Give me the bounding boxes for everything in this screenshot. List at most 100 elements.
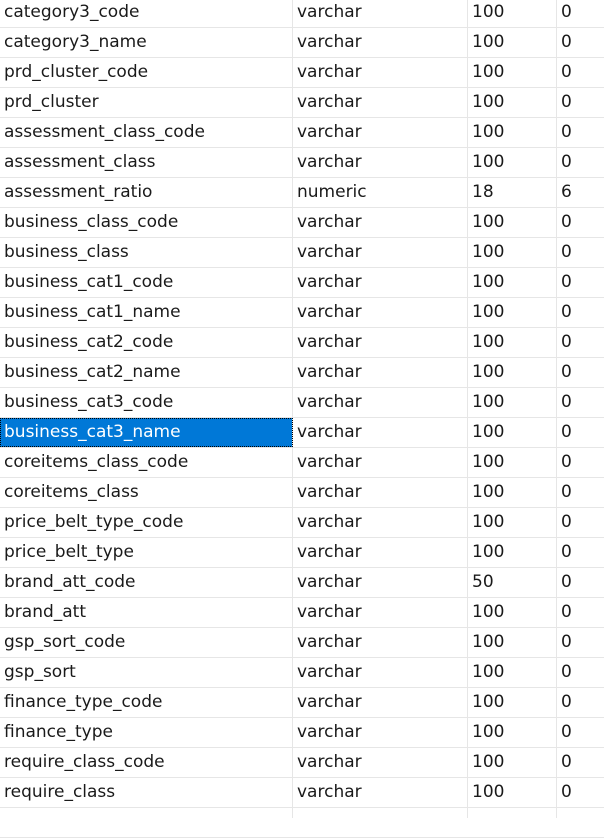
- field-decimals-cell[interactable]: 6: [557, 178, 604, 207]
- field-type-cell[interactable]: varchar: [293, 688, 468, 717]
- field-type-cell[interactable]: varchar: [293, 268, 468, 297]
- field-type-cell[interactable]: varchar: [293, 58, 468, 87]
- field-length-cell[interactable]: 100: [468, 448, 557, 477]
- field-name-cell[interactable]: prd_cluster: [0, 88, 293, 117]
- field-decimals-cell[interactable]: 0: [557, 328, 604, 357]
- field-decimals-cell[interactable]: 0: [557, 568, 604, 597]
- field-name-cell[interactable]: business_cat2_name: [0, 358, 293, 387]
- field-name-cell[interactable]: business_cat3_code: [0, 388, 293, 417]
- field-length-cell[interactable]: 100: [468, 688, 557, 717]
- field-type-cell[interactable]: varchar: [293, 538, 468, 567]
- field-length-cell[interactable]: 50: [468, 568, 557, 597]
- field-length-cell[interactable]: 100: [468, 598, 557, 627]
- field-decimals-cell[interactable]: 0: [557, 28, 604, 57]
- field-type-cell[interactable]: varchar: [293, 28, 468, 57]
- table-row[interactable]: assessment_class varchar 100 0: [0, 148, 604, 178]
- table-row[interactable]: require_class varchar 100 0: [0, 778, 604, 808]
- field-length-cell[interactable]: 100: [468, 658, 557, 687]
- field-length-cell[interactable]: 100: [468, 118, 557, 147]
- field-decimals-cell[interactable]: 0: [557, 538, 604, 567]
- table-row[interactable]: prd_cluster varchar 100 0: [0, 88, 604, 118]
- table-row[interactable]: gsp_sort_code varchar 100 0: [0, 628, 604, 658]
- field-decimals-cell[interactable]: 0: [557, 598, 604, 627]
- table-row[interactable]: coreitems_class_code varchar 100 0: [0, 448, 604, 478]
- field-type-cell[interactable]: varchar: [293, 88, 468, 117]
- field-name-cell[interactable]: prd_cluster_code: [0, 58, 293, 87]
- table-row[interactable]: assessment_class_code varchar 100 0: [0, 118, 604, 148]
- table-row[interactable]: coreitems_class varchar 100 0: [0, 478, 604, 508]
- field-type-cell[interactable]: varchar: [293, 238, 468, 267]
- field-name-cell[interactable]: finance_type_code: [0, 688, 293, 717]
- field-name-cell[interactable]: category3_code: [0, 0, 293, 27]
- field-type-cell[interactable]: varchar: [293, 718, 468, 747]
- field-decimals-cell[interactable]: 0: [557, 148, 604, 177]
- field-type-cell[interactable]: varchar: [293, 778, 468, 807]
- field-name-cell[interactable]: business_class: [0, 238, 293, 267]
- field-type-cell[interactable]: varchar: [293, 118, 468, 147]
- field-type-cell[interactable]: varchar: [293, 628, 468, 657]
- table-row[interactable]: brand_att varchar 100 0: [0, 598, 604, 628]
- field-length-cell[interactable]: 100: [468, 28, 557, 57]
- table-row[interactable]: business_cat3_name varchar 100 0: [0, 418, 604, 448]
- table-row[interactable]: business_class_code varchar 100 0: [0, 208, 604, 238]
- field-length-cell[interactable]: 100: [468, 388, 557, 417]
- field-length-cell[interactable]: 100: [468, 418, 557, 447]
- field-type-cell[interactable]: varchar: [293, 748, 468, 777]
- field-decimals-cell[interactable]: 0: [557, 508, 604, 537]
- field-name-cell[interactable]: business_cat1_name: [0, 298, 293, 327]
- field-decimals-cell[interactable]: 0: [557, 418, 604, 447]
- table-row[interactable]: business_cat1_code varchar 100 0: [0, 268, 604, 298]
- field-decimals-cell[interactable]: 0: [557, 448, 604, 477]
- table-row[interactable]: business_cat2_name varchar 100 0: [0, 358, 604, 388]
- field-name-cell[interactable]: category3_name: [0, 28, 293, 57]
- table-row[interactable]: business_cat3_code varchar 100 0: [0, 388, 604, 418]
- field-decimals-cell[interactable]: 0: [557, 388, 604, 417]
- field-length-cell[interactable]: 18: [468, 178, 557, 207]
- field-name-cell[interactable]: assessment_class_code: [0, 118, 293, 147]
- field-length-cell[interactable]: 100: [468, 0, 557, 27]
- field-name-cell[interactable]: assessment_ratio: [0, 178, 293, 207]
- field-length-cell[interactable]: 100: [468, 358, 557, 387]
- field-name-cell[interactable]: gsp_sort: [0, 658, 293, 687]
- field-name-cell[interactable]: business_cat1_code: [0, 268, 293, 297]
- field-decimals-cell[interactable]: 0: [557, 358, 604, 387]
- field-length-cell[interactable]: 100: [468, 538, 557, 567]
- field-length-cell[interactable]: 100: [468, 208, 557, 237]
- table-row[interactable]: assessment_ratio numeric 18 6: [0, 178, 604, 208]
- field-type-cell[interactable]: varchar: [293, 358, 468, 387]
- field-type-cell[interactable]: varchar: [293, 208, 468, 237]
- field-type-cell[interactable]: varchar: [293, 448, 468, 477]
- field-name-cell[interactable]: require_class_code: [0, 748, 293, 777]
- table-row[interactable]: category3_code varchar 100 0: [0, 0, 604, 28]
- field-length-cell[interactable]: 100: [468, 718, 557, 747]
- field-type-cell[interactable]: numeric: [293, 178, 468, 207]
- field-length-cell[interactable]: 100: [468, 748, 557, 777]
- field-name-cell[interactable]: price_belt_type: [0, 538, 293, 567]
- field-length-cell[interactable]: 100: [468, 328, 557, 357]
- field-type-cell[interactable]: varchar: [293, 328, 468, 357]
- field-name-cell[interactable]: require_class: [0, 778, 293, 807]
- table-row[interactable]: gsp_sort varchar 100 0: [0, 658, 604, 688]
- field-length-cell[interactable]: 100: [468, 478, 557, 507]
- field-decimals-cell[interactable]: 0: [557, 778, 604, 807]
- field-length-cell[interactable]: 100: [468, 778, 557, 807]
- table-row[interactable]: finance_type varchar 100 0: [0, 718, 604, 748]
- field-type-cell[interactable]: varchar: [293, 0, 468, 27]
- table-row[interactable]: business_cat2_code varchar 100 0: [0, 328, 604, 358]
- field-decimals-cell[interactable]: 0: [557, 658, 604, 687]
- field-decimals-cell[interactable]: 0: [557, 268, 604, 297]
- field-name-cell[interactable]: assessment_class: [0, 148, 293, 177]
- field-decimals-cell[interactable]: 0: [557, 748, 604, 777]
- field-length-cell[interactable]: 100: [468, 148, 557, 177]
- field-name-cell[interactable]: business_cat3_name: [0, 418, 293, 447]
- field-length-cell[interactable]: 100: [468, 238, 557, 267]
- field-decimals-cell[interactable]: 0: [557, 688, 604, 717]
- table-row[interactable]: price_belt_type_code varchar 100 0: [0, 508, 604, 538]
- field-length-cell[interactable]: 100: [468, 88, 557, 117]
- table-row[interactable]: price_belt_type varchar 100 0: [0, 538, 604, 568]
- table-row[interactable]: business_class varchar 100 0: [0, 238, 604, 268]
- field-name-cell[interactable]: coreitems_class: [0, 478, 293, 507]
- field-decimals-cell[interactable]: 0: [557, 298, 604, 327]
- table-row[interactable]: prd_cluster_code varchar 100 0: [0, 58, 604, 88]
- table-row[interactable]: brand_att_code varchar 50 0: [0, 568, 604, 598]
